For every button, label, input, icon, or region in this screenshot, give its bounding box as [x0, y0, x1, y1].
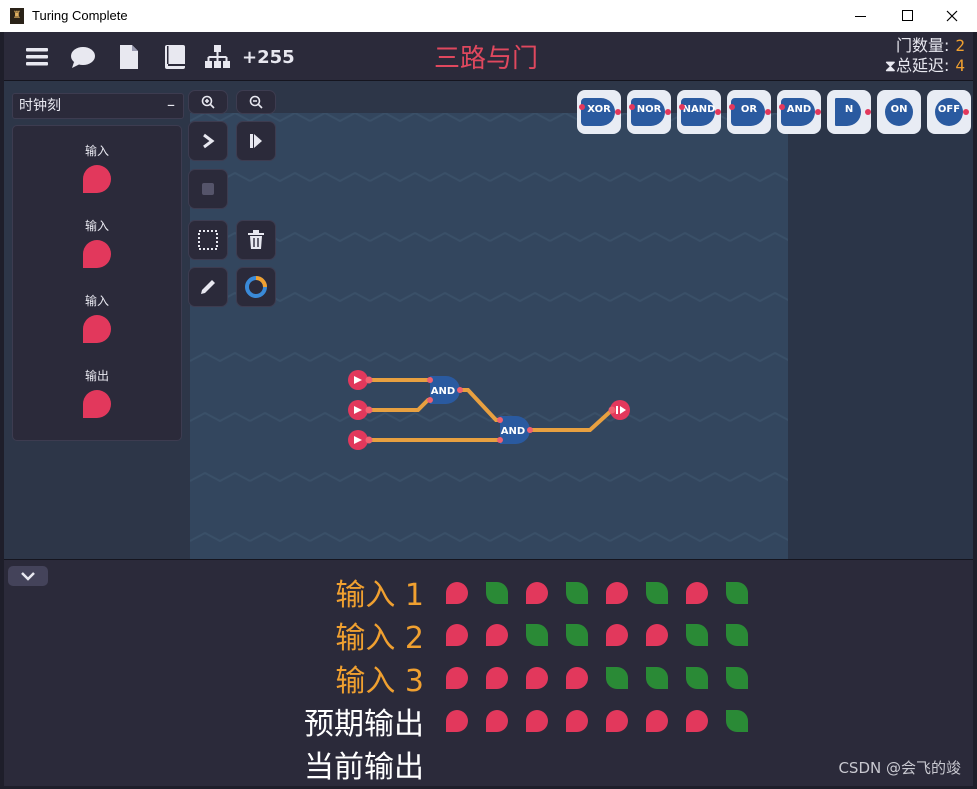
and-gate-2-label: AND	[501, 426, 525, 437]
row-label-input-3: 输入 3	[335, 664, 424, 699]
wire[interactable]	[530, 408, 614, 432]
truth-cell	[686, 624, 708, 646]
truth-cell	[526, 624, 548, 646]
truth-cell	[446, 624, 468, 646]
output-pin[interactable]	[608, 400, 631, 420]
truth-cell	[606, 710, 628, 732]
truth-cell	[446, 710, 468, 732]
truth-cell	[566, 667, 588, 689]
truth-cell	[486, 582, 508, 604]
watermark: CSDN @会飞的竣	[838, 759, 961, 777]
input-pin-1[interactable]	[348, 370, 373, 390]
truth-cell	[726, 582, 748, 604]
row-label-current: 当前输出	[304, 750, 424, 785]
input-pin-2[interactable]	[348, 400, 373, 420]
truth-cell	[726, 710, 748, 732]
truth-cell	[526, 582, 548, 604]
truth-cell	[446, 667, 468, 689]
truth-cell	[646, 667, 668, 689]
truth-cell	[526, 667, 548, 689]
truth-cell	[526, 710, 548, 732]
input-pin-3[interactable]	[348, 430, 373, 450]
truth-cell	[566, 710, 588, 732]
truth-cell	[726, 667, 748, 689]
row-label-input-1: 输入 1	[335, 578, 424, 613]
truth-cell	[606, 624, 628, 646]
truth-cell	[686, 667, 708, 689]
wires	[370, 378, 614, 442]
row-label-expected: 预期输出	[304, 707, 424, 742]
truth-cell	[606, 667, 628, 689]
truth-cell	[486, 667, 508, 689]
truth-cell	[646, 582, 668, 604]
truth-cell	[686, 710, 708, 732]
truth-cell	[446, 582, 468, 604]
wire[interactable]	[370, 398, 432, 412]
truth-cell	[486, 624, 508, 646]
truth-cell	[566, 624, 588, 646]
truth-cell	[726, 624, 748, 646]
truth-table-panel: 输入 1 输入 2 输入 3 预期输出 当前输出 CSDN @会飞的竣	[4, 559, 973, 786]
wire[interactable]	[460, 388, 500, 422]
truth-cell	[606, 582, 628, 604]
truth-cell	[646, 624, 668, 646]
row-label-input-2: 输入 2	[335, 621, 424, 656]
and-gate-1-label: AND	[431, 386, 455, 397]
truth-cell	[646, 710, 668, 732]
truth-cell	[486, 710, 508, 732]
truth-cell	[686, 582, 708, 604]
truth-cell	[566, 582, 588, 604]
